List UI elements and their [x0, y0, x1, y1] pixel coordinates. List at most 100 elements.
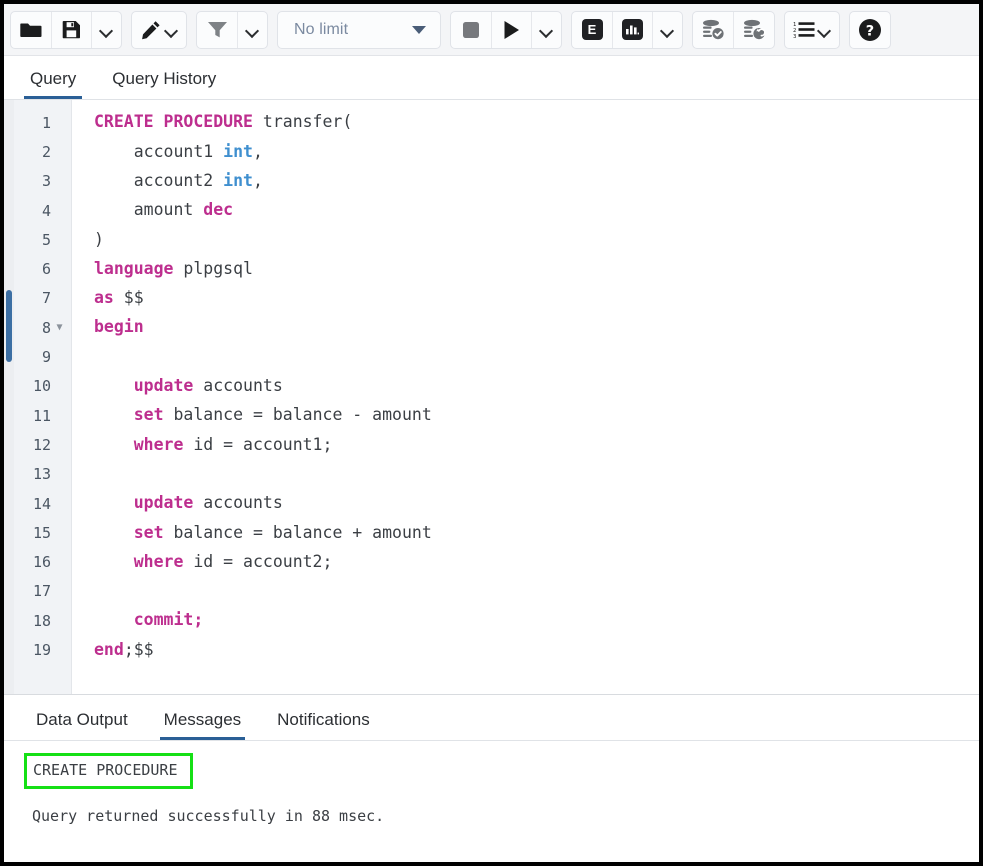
- line-number: 7: [14, 284, 71, 313]
- database-rollback-icon: [742, 19, 766, 40]
- line-number: 4: [14, 196, 71, 225]
- triangle-down-icon: [412, 26, 426, 34]
- query-tool-toolbar: No limit E: [4, 4, 979, 56]
- code-token: balance = balance - amount: [164, 407, 432, 424]
- code-token: [94, 378, 134, 395]
- messages-content: CREATE PROCEDURE Query returned successf…: [4, 741, 979, 862]
- help-question-icon: ?: [858, 18, 882, 42]
- code-token: ;$$: [124, 642, 154, 659]
- line-number: 14: [14, 489, 71, 518]
- code-line: commit;: [94, 606, 979, 635]
- code-line: where id = account1;: [94, 430, 979, 459]
- explain-analyze-button[interactable]: [612, 12, 652, 48]
- code-token: $$: [114, 290, 144, 307]
- line-number-value: 13: [33, 465, 51, 483]
- code-token: id = account2;: [183, 554, 332, 571]
- tab-query[interactable]: Query: [24, 70, 82, 99]
- explain-options-dropdown[interactable]: [652, 12, 682, 48]
- line-number: 3: [14, 167, 71, 196]
- filter-button-group: [196, 11, 268, 49]
- tab-messages[interactable]: Messages: [160, 711, 245, 740]
- line-number-value: 2: [42, 143, 51, 161]
- chevron-down-icon: [540, 26, 553, 34]
- output-panel: Data Output Messages Notifications CREAT…: [4, 694, 979, 862]
- code-token: int: [223, 173, 253, 190]
- tab-query-history-label: Query History: [112, 69, 216, 88]
- open-file-button[interactable]: [11, 12, 51, 48]
- macros-button-group: 1 2 3: [784, 11, 840, 49]
- code-line: update accounts: [94, 489, 979, 518]
- code-line: ): [94, 225, 979, 254]
- execute-options-dropdown[interactable]: [531, 12, 561, 48]
- line-number: 10: [14, 372, 71, 401]
- query-tab-bar: Query Query History: [4, 56, 979, 100]
- line-number-value: 7: [42, 289, 51, 307]
- line-number: 8▼: [14, 313, 71, 342]
- bar-chart-icon: [626, 24, 639, 36]
- stop-query-button[interactable]: [451, 12, 491, 48]
- code-line: where id = account2;: [94, 547, 979, 576]
- code-line: CREATE PROCEDURE transfer(: [94, 108, 979, 137]
- line-number: 1: [14, 108, 71, 137]
- save-file-button[interactable]: [51, 12, 91, 48]
- line-number-value: 6: [42, 260, 51, 278]
- code-token: where: [134, 554, 184, 571]
- rollback-button[interactable]: [733, 12, 774, 48]
- code-token: account1: [94, 144, 223, 161]
- code-token: id = account1;: [183, 437, 332, 454]
- code-token: set: [134, 525, 164, 542]
- filter-funnel-icon: [207, 20, 228, 39]
- filter-options-dropdown[interactable]: [237, 12, 267, 48]
- code-token: language: [94, 261, 173, 278]
- pencil-icon: [141, 20, 161, 40]
- save-disk-icon: [62, 20, 81, 39]
- filter-button[interactable]: [197, 12, 237, 48]
- pgadmin-query-tool: No limit E: [4, 4, 979, 862]
- line-number-value: 11: [33, 407, 51, 425]
- play-triangle-icon: [503, 20, 520, 40]
- chevron-down-icon: [661, 26, 674, 34]
- row-limit-select[interactable]: No limit: [277, 11, 441, 49]
- line-number-gutter: 12345678▼910111213141516171819: [14, 100, 72, 694]
- commit-button[interactable]: [693, 12, 733, 48]
- edit-button[interactable]: [132, 12, 186, 48]
- save-options-dropdown[interactable]: [91, 12, 121, 48]
- tab-query-history[interactable]: Query History: [106, 70, 222, 99]
- tab-query-label: Query: [30, 69, 76, 88]
- row-limit-value: No limit: [294, 21, 348, 39]
- macros-button[interactable]: 1 2 3: [785, 12, 839, 48]
- help-button[interactable]: ?: [850, 12, 890, 48]
- line-number: 13: [14, 460, 71, 489]
- line-number-value: 15: [33, 524, 51, 542]
- message-result-wrapper: CREATE PROCEDURE: [32, 753, 979, 789]
- line-number: 2: [14, 137, 71, 166]
- transaction-button-group: [692, 11, 775, 49]
- code-token: update: [134, 495, 194, 512]
- tab-notifications[interactable]: Notifications: [273, 711, 374, 740]
- tab-notifications-label: Notifications: [277, 710, 370, 729]
- fold-toggle-icon[interactable]: ▼: [53, 322, 66, 333]
- code-token: int: [223, 144, 253, 161]
- code-token: [94, 407, 134, 424]
- tab-data-output[interactable]: Data Output: [32, 711, 132, 740]
- explain-button-group: E: [571, 11, 683, 49]
- editor-vertical-scrollbar[interactable]: [4, 100, 14, 694]
- sql-editor[interactable]: 12345678▼910111213141516171819 CREATE PR…: [4, 100, 979, 694]
- line-number: 12: [14, 430, 71, 459]
- code-line: end;$$: [94, 635, 979, 664]
- line-number-value: 16: [33, 553, 51, 571]
- explain-button[interactable]: E: [572, 12, 612, 48]
- code-content[interactable]: CREATE PROCEDURE transfer( account1 int,…: [72, 100, 979, 694]
- code-token: account2: [94, 173, 223, 190]
- line-number-value: 17: [33, 582, 51, 600]
- code-line: as $$: [94, 284, 979, 313]
- line-number-value: 4: [42, 202, 51, 220]
- line-number-value: 10: [33, 377, 51, 395]
- code-token: [94, 554, 134, 571]
- code-token: amount: [94, 202, 203, 219]
- code-line: [94, 342, 979, 371]
- execute-query-button[interactable]: [491, 12, 531, 48]
- line-number-value: 3: [42, 172, 51, 190]
- editor-scrollbar-thumb[interactable]: [6, 290, 12, 362]
- svg-text:?: ?: [866, 23, 874, 39]
